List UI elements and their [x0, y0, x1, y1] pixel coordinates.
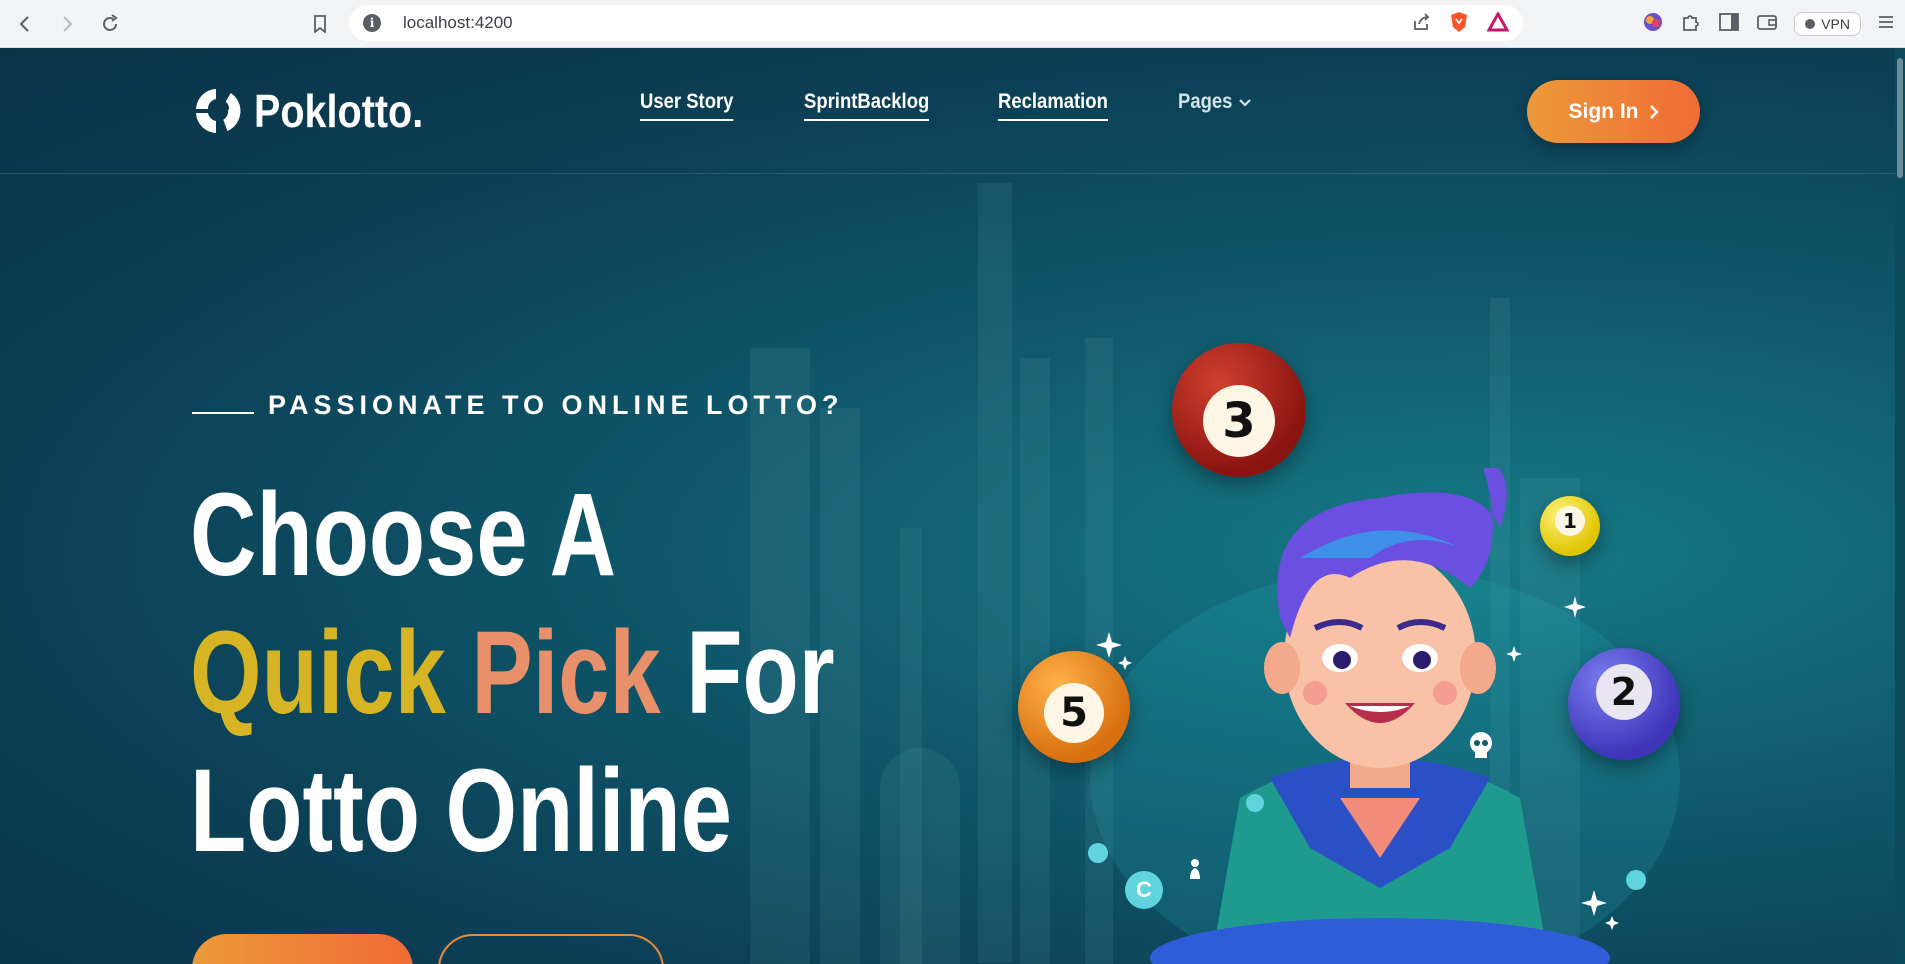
nav-user-story[interactable]: User Story	[640, 90, 734, 121]
chevron-right-icon	[1649, 104, 1659, 119]
headline-for: For	[686, 607, 835, 739]
ball-3-label: 3	[1203, 385, 1275, 457]
hero-outline-button[interactable]	[438, 934, 664, 964]
site-logo[interactable]: Poklotto.	[192, 84, 451, 138]
vpn-status-icon	[1805, 19, 1816, 29]
coin-icon: C	[1125, 871, 1163, 909]
character-illustration	[1150, 468, 1610, 964]
eyebrow-text: PASSIONATE TO ONLINE LOTTO?	[268, 390, 844, 420]
headline-pick: Pick	[471, 607, 661, 739]
vpn-button[interactable]: VPN	[1794, 12, 1861, 36]
sign-in-button[interactable]: Sign In	[1527, 80, 1700, 143]
address-bar[interactable]: i localhost:4200	[349, 5, 1523, 41]
sign-in-label: Sign In	[1568, 99, 1639, 123]
sparkle-icon	[1096, 632, 1132, 670]
skull-icon	[1470, 732, 1492, 758]
sparkle-icon	[1506, 646, 1522, 662]
decor-dot	[1088, 843, 1108, 863]
url-text: localhost:4200	[403, 13, 513, 32]
hero-primary-button[interactable]	[192, 934, 413, 964]
bookmark-icon[interactable]	[303, 7, 337, 41]
poklotto-logo-icon	[196, 89, 241, 133]
lotto-ball-3: 3	[1172, 343, 1306, 477]
browser-toolbar: i localhost:4200 VPN	[0, 0, 1905, 48]
scroll-thumb[interactable]	[1897, 58, 1903, 178]
site-header: Poklotto. User Story SprintBacklog Recla…	[0, 48, 1895, 174]
nav-pages[interactable]: Pages	[1178, 90, 1232, 119]
share-icon[interactable]	[1411, 12, 1431, 37]
page-scrollbar[interactable]	[1895, 48, 1905, 964]
logo-text: Poklotto.	[254, 85, 424, 137]
sparkle-icon	[1581, 890, 1619, 930]
extension-avatar-icon[interactable]	[1642, 11, 1664, 38]
pawn-icon	[1190, 859, 1200, 879]
hero-headline: Choose A Quick Pick For Lotto Online	[190, 466, 1016, 880]
site-info-icon[interactable]: i	[363, 14, 381, 32]
menu-icon[interactable]	[1877, 14, 1895, 35]
headline-line-1: Choose A	[190, 469, 617, 601]
wallet-icon[interactable]	[1756, 12, 1778, 37]
reload-icon[interactable]	[93, 7, 127, 41]
extensions-puzzle-icon[interactable]	[1680, 11, 1702, 38]
page-viewport: Poklotto. User Story SprintBacklog Recla…	[0, 48, 1895, 964]
hero-eyebrow: PASSIONATE TO ONLINE LOTTO?	[192, 390, 844, 421]
headline-line-3: Lotto Online	[190, 745, 732, 877]
brave-rewards-icon[interactable]	[1486, 10, 1510, 37]
back-icon[interactable]	[8, 7, 42, 41]
chevron-down-icon	[1239, 99, 1251, 107]
sparkle-icon	[1564, 596, 1586, 618]
headline-line-2: Quick Pick For	[190, 604, 835, 742]
nav-sprint-backlog[interactable]: SprintBacklog	[804, 90, 930, 121]
decor-dot	[1626, 870, 1646, 890]
nav-reclamation[interactable]: Reclamation	[998, 90, 1108, 121]
forward-icon[interactable]	[50, 7, 84, 41]
vpn-label: VPN	[1821, 16, 1850, 32]
headline-quick: Quick	[190, 607, 446, 739]
decor-dot	[1246, 794, 1264, 812]
ball-5-label: 5	[1044, 683, 1104, 743]
sidebar-toggle-icon[interactable]	[1718, 12, 1740, 37]
eyebrow-line	[192, 411, 254, 414]
brave-shield-icon[interactable]	[1449, 11, 1469, 38]
